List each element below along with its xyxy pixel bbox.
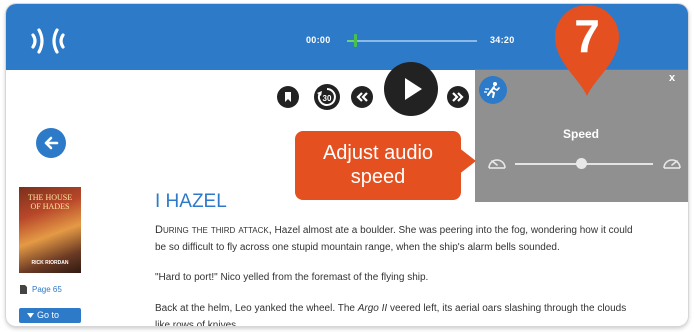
fast-forward-icon xyxy=(452,92,464,102)
progress-track[interactable] xyxy=(347,40,477,42)
back-button[interactable] xyxy=(36,128,66,158)
paragraph-3-text-a: Back at the helm, Leo yanked the wheel. … xyxy=(155,303,358,314)
page-icon xyxy=(20,285,27,294)
fast-speed-gauge-icon xyxy=(663,159,681,169)
rewind-30-button[interactable]: 30 xyxy=(314,84,340,110)
fast-forward-button[interactable] xyxy=(447,86,469,108)
cover-author: RICK RIORDAN xyxy=(31,260,69,266)
total-time: 34:20 xyxy=(490,35,515,45)
chevron-down-icon xyxy=(27,313,34,318)
speed-title: Speed xyxy=(563,127,600,141)
callout-pointer xyxy=(458,147,476,175)
page-indicator: Page 65 xyxy=(20,285,62,294)
paragraph-3: Back at the helm, Leo yanked the wheel. … xyxy=(155,300,635,326)
speed-button[interactable] xyxy=(479,76,507,104)
ship-name: Argo II xyxy=(357,303,388,314)
app-logo-icon xyxy=(31,28,65,54)
goto-button[interactable]: Go to xyxy=(19,308,81,323)
bookmark-button[interactable] xyxy=(277,86,299,108)
adjust-speed-callout: Adjust audio speed xyxy=(295,131,461,200)
bookmark-icon xyxy=(285,92,291,102)
rewind-button[interactable] xyxy=(351,86,373,108)
progress-thumb[interactable] xyxy=(353,34,357,47)
skip-seconds-label: 30 xyxy=(323,94,332,103)
paragraph-2: "Hard to port!" Nico yelled from the for… xyxy=(155,272,429,283)
back-arrow-icon xyxy=(44,136,59,150)
goto-label: Go to xyxy=(37,310,60,320)
play-icon xyxy=(405,78,422,100)
cover-title: THE HOUSE OF HADES xyxy=(27,193,73,211)
elapsed-time: 00:00 xyxy=(306,35,331,45)
step-number: 7 xyxy=(574,10,600,62)
rewind-icon xyxy=(356,92,368,102)
chapter-title: I HAZEL xyxy=(155,191,227,212)
book-cover[interactable]: THE HOUSE OF HADES RICK RIORDAN xyxy=(19,187,81,273)
close-icon[interactable]: x xyxy=(669,72,675,84)
paragraph-lead: During the third attack, xyxy=(155,224,272,236)
app-window: 00:00 34:20 30 x Speed Adjust audio spee… xyxy=(6,4,688,326)
paragraph-1: During the third attack, Hazel almost at… xyxy=(155,222,635,256)
page-label: Page 65 xyxy=(32,285,62,294)
slow-speed-gauge-icon xyxy=(488,159,506,169)
play-button[interactable] xyxy=(384,62,438,116)
rewind-30-icon: 30 xyxy=(317,88,336,106)
speed-runner-icon xyxy=(484,82,500,98)
